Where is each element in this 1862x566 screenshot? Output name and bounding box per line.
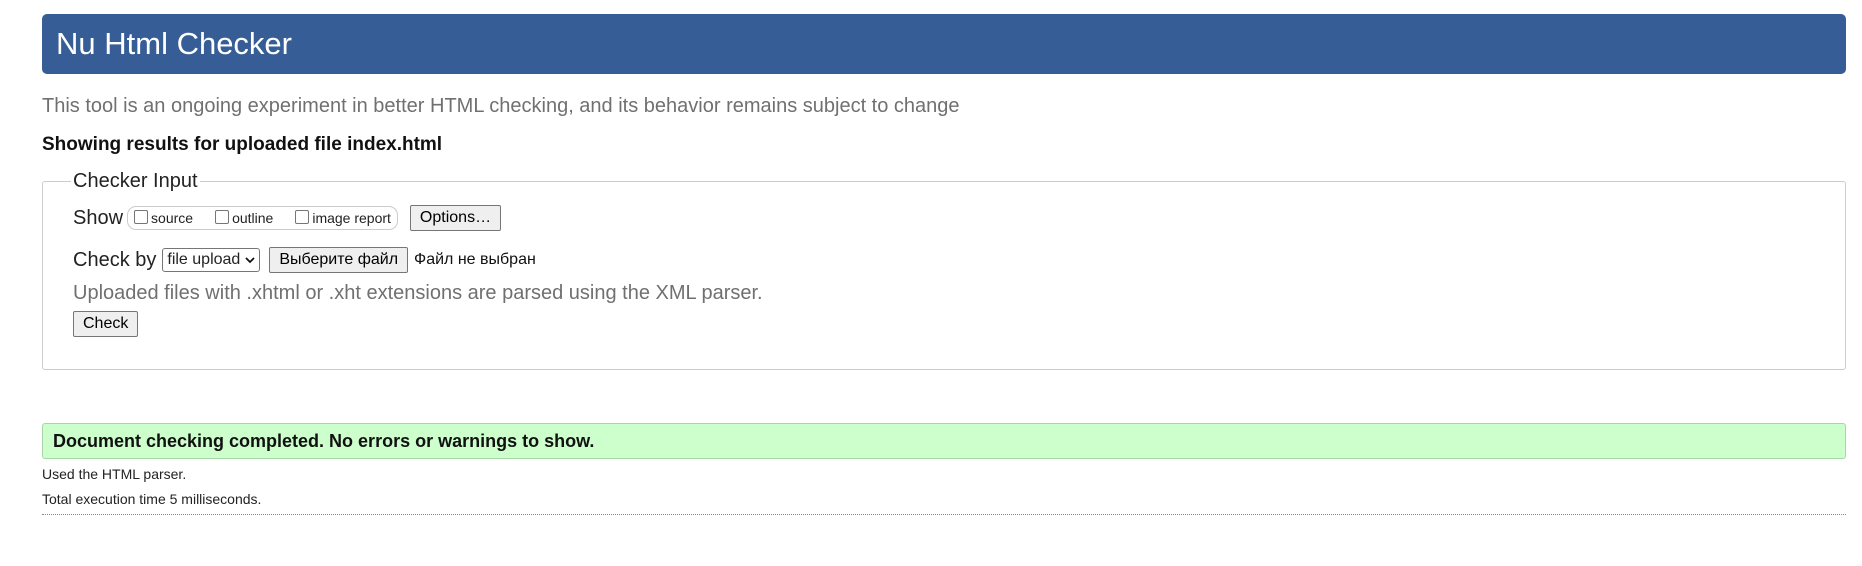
checker-input-legend: Checker Input [73,170,198,192]
page-container: Nu Html Checker This tool is an ongoing … [42,14,1846,515]
parser-note: Used the HTML parser. [42,466,187,482]
image-report-checkbox[interactable] [295,210,310,224]
header-banner: Nu Html Checker [42,14,1846,74]
choose-file-button[interactable]: Выберите файл [269,247,409,273]
check-by-row: Check by file upload Выберите файл Файл … [73,245,1815,275]
checker-input-fieldset: Checker Input Show source outline image … [42,170,1846,370]
check-by-label: Check by [73,248,157,271]
source-label: source [151,210,194,226]
check-button-row: Check [73,311,1815,337]
page-title: Nu Html Checker [56,26,292,61]
show-options-group: source outline image report [127,206,398,230]
show-outline-option[interactable]: outline [211,210,273,226]
options-button[interactable]: Options… [409,205,502,231]
show-row: Show source outline image report Options… [73,203,1815,233]
show-image-report-option[interactable]: image report [291,210,391,226]
outline-label: outline [232,210,274,226]
file-status: Файл не выбран [414,251,536,268]
source-checkbox[interactable] [134,210,149,224]
tagline: This tool is an ongoing experiment in be… [42,95,960,117]
results-heading: Showing results for uploaded file index.… [42,134,443,155]
check-button[interactable]: Check [73,311,139,337]
upload-hint: Uploaded files with .xhtml or .xht exten… [73,282,763,304]
success-message: Document checking completed. No errors o… [42,423,1846,459]
show-label: Show [73,206,124,229]
outline-checkbox[interactable] [215,210,230,224]
chevron-down-icon [245,257,255,264]
show-source-option[interactable]: source [130,210,193,226]
check-by-value: file upload [167,251,241,268]
check-by-select[interactable]: file upload [162,248,261,272]
image-report-label: image report [312,210,391,226]
dotted-divider [42,514,1846,515]
execution-time-note: Total execution time 5 milliseconds. [42,491,262,507]
